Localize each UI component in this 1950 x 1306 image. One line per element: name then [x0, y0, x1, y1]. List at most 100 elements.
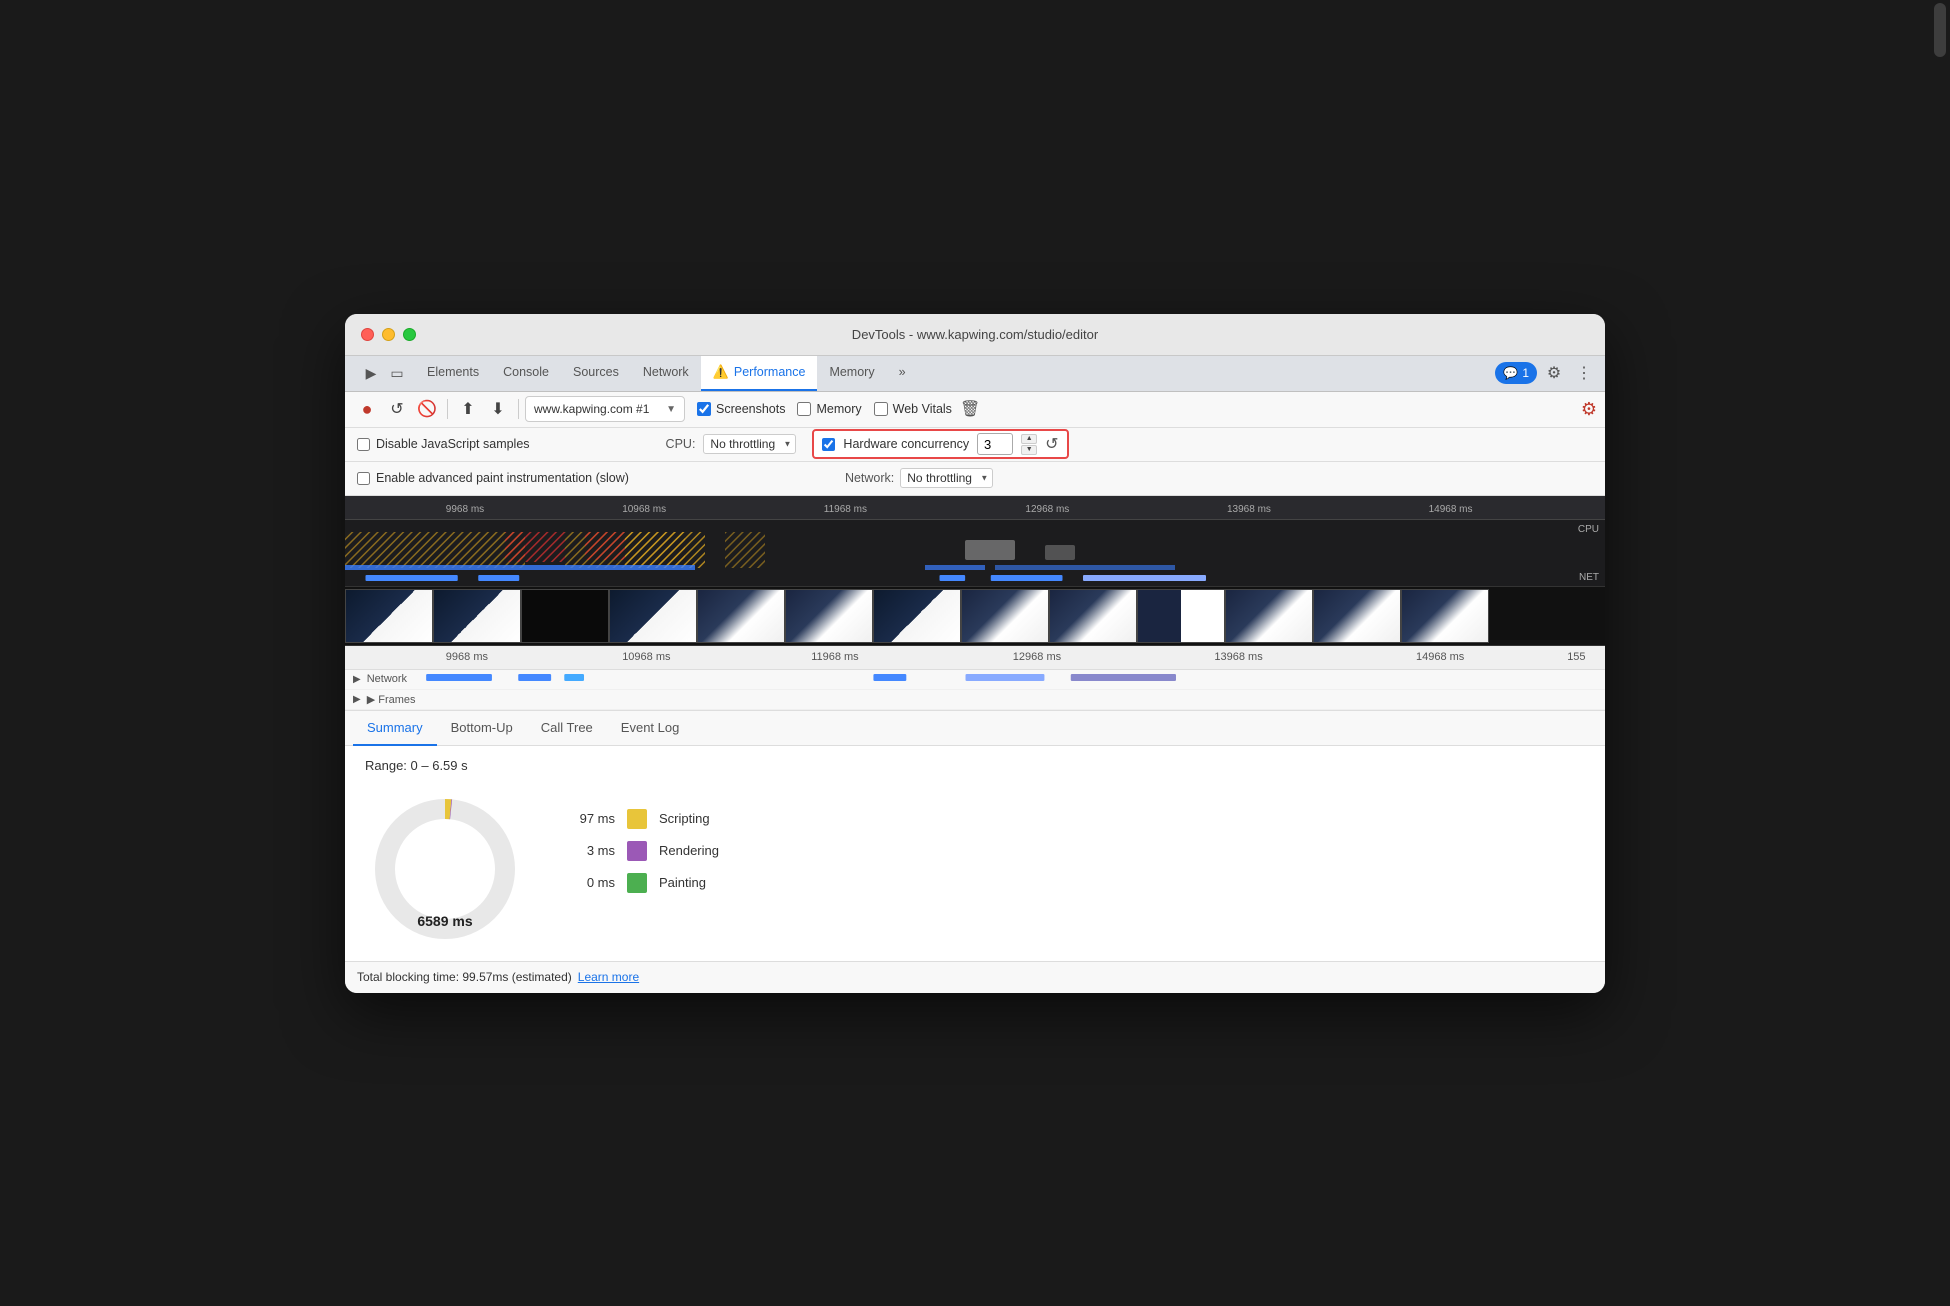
screenshots-strip[interactable]	[345, 586, 1605, 646]
tab-console[interactable]: Console	[491, 356, 561, 391]
screenshot-image	[1050, 590, 1136, 642]
pie-center: 6589 ms	[417, 913, 472, 929]
screenshot-thumb	[433, 589, 521, 643]
more-options-icon[interactable]: ⋮	[1571, 360, 1597, 386]
tab-event-log[interactable]: Event Log	[607, 711, 694, 746]
chat-icon: 💬	[1503, 366, 1518, 380]
web-vitals-checkbox-group: Web Vitals	[874, 402, 952, 416]
status-text: Total blocking time: 99.57ms (estimated)	[357, 970, 572, 984]
close-button[interactable]	[361, 328, 374, 341]
window-title: DevTools - www.kapwing.com/studio/editor	[852, 327, 1098, 342]
network-track-label: Network	[367, 673, 407, 685]
advanced-paint-checkbox[interactable]	[357, 472, 370, 485]
disable-js-checkbox[interactable]	[357, 438, 370, 451]
device-icon[interactable]: ▭	[387, 363, 407, 383]
rendering-color-dot	[627, 841, 647, 861]
summary-panel: Range: 0 – 6.59 s 6589 ms 97	[345, 746, 1605, 961]
minimize-button[interactable]	[382, 328, 395, 341]
hw-concurrency-input[interactable]	[977, 433, 1013, 455]
tab-bottom-up[interactable]: Bottom-Up	[437, 711, 527, 746]
screenshot-thumb	[1225, 589, 1313, 643]
settings-icon[interactable]: ⚙	[1541, 360, 1567, 386]
ruler-tick-1: 10968 ms	[622, 500, 666, 515]
paint-toolbar: Enable advanced paint instrumentation (s…	[345, 462, 1605, 496]
ruler2-tick-6: 155	[1567, 651, 1585, 663]
tab-elements[interactable]: Elements	[415, 356, 491, 391]
hw-concurrency-checkbox[interactable]	[822, 438, 835, 451]
upload-button[interactable]: ⬆	[454, 395, 482, 423]
hw-spin-down[interactable]: ▼	[1021, 445, 1037, 455]
cursor-icon[interactable]: ▶	[361, 363, 381, 383]
frames-expand-icon[interactable]: ▶	[353, 694, 361, 705]
network-throttle-select[interactable]: No throttling	[900, 468, 993, 488]
legend-painting: 0 ms Painting	[565, 873, 719, 893]
web-vitals-checkbox[interactable]	[874, 402, 888, 416]
url-dropdown-arrow: ▼	[666, 404, 676, 415]
screenshot-thumb	[1137, 589, 1225, 643]
cpu-track-label: CPU	[1578, 524, 1599, 535]
frames-track-row[interactable]: ▶ ▶ Frames	[345, 690, 1605, 710]
tab-memory[interactable]: Memory	[817, 356, 886, 391]
legend: 97 ms Scripting 3 ms Rendering 0 ms Pain…	[565, 789, 719, 893]
trash-icon[interactable]: 🗑	[960, 399, 980, 419]
network-track-row[interactable]: ▶ Network	[345, 670, 1605, 690]
ruler2-tick-0: 9968 ms	[446, 651, 488, 663]
screenshot-image	[610, 590, 696, 642]
net-track[interactable]: NET	[345, 570, 1605, 586]
memory-checkbox[interactable]	[797, 402, 811, 416]
screenshot-image	[522, 590, 608, 642]
hw-concurrency-spinner: ▲ ▼	[1021, 434, 1037, 455]
hw-undo-button[interactable]: ↺	[1045, 434, 1058, 454]
devtools-right-actions: 💬 1 ⚙ ⋮	[1495, 356, 1605, 391]
cpu-activity-bars	[345, 525, 1575, 565]
ruler-tick-2: 11968 ms	[824, 500, 867, 515]
screenshot-thumb	[785, 589, 873, 643]
ruler2-tick-1: 10968 ms	[622, 651, 670, 663]
screenshots-checkbox-group: Screenshots	[697, 402, 785, 416]
tab-sources[interactable]: Sources	[561, 356, 631, 391]
screenshot-image	[874, 590, 960, 642]
timeline-bottom-ruler: 9968 ms 10968 ms 11968 ms 12968 ms 13968…	[345, 646, 1605, 670]
scripting-color-dot	[627, 809, 647, 829]
pie-total-value: 6589 ms	[417, 913, 472, 929]
cpu-throttle-select[interactable]: No throttling	[703, 434, 796, 454]
record-button[interactable]: ●	[353, 395, 381, 423]
screenshot-thumb	[521, 589, 609, 643]
download-button[interactable]: ⬇	[484, 395, 512, 423]
screenshot-thumb	[697, 589, 785, 643]
options-toolbar: Disable JavaScript samples CPU: No throt…	[345, 428, 1605, 462]
tab-performance[interactable]: ⚠️ Performance	[701, 356, 818, 391]
tab-call-tree[interactable]: Call Tree	[527, 711, 607, 746]
learn-more-link[interactable]: Learn more	[578, 970, 639, 984]
cpu-throttle-select-wrap: No throttling	[703, 434, 796, 454]
tab-network[interactable]: Network	[631, 356, 701, 391]
screenshot-thumb	[1401, 589, 1489, 643]
clear-button[interactable]: 🚫	[413, 395, 441, 423]
maximize-button[interactable]	[403, 328, 416, 341]
net-track-label: NET	[1579, 572, 1599, 583]
frames-track-label: ▶ Frames	[367, 693, 416, 706]
title-bar: DevTools - www.kapwing.com/studio/editor	[345, 314, 1605, 356]
notifications-button[interactable]: 💬 1	[1495, 362, 1537, 384]
screenshot-image	[1226, 590, 1312, 642]
recording-toolbar: ● ↺ 🚫 ⬆ ⬇ www.kapwing.com #1 ▼ Screensho…	[345, 392, 1605, 428]
cpu-track[interactable]: CPU	[345, 520, 1605, 570]
hardware-concurrency-box: Hardware concurrency ▲ ▼ ↺	[812, 429, 1068, 459]
screenshot-thumb	[1049, 589, 1137, 643]
ruler2-tick-2: 11968 ms	[811, 651, 859, 663]
screenshot-image	[1402, 590, 1488, 642]
separator2	[518, 399, 519, 419]
range-display: Range: 0 – 6.59 s	[365, 758, 1585, 773]
hw-spin-up[interactable]: ▲	[1021, 434, 1037, 444]
screenshot-image	[434, 590, 520, 642]
network-expand-icon[interactable]: ▶	[353, 674, 361, 685]
settings-alert-icon[interactable]: ⚙	[1581, 399, 1597, 420]
screenshots-checkbox[interactable]	[697, 402, 711, 416]
network-throttle-group: Network: No throttling	[845, 468, 993, 488]
tab-summary[interactable]: Summary	[353, 711, 437, 746]
target-selector[interactable]: www.kapwing.com #1 ▼	[525, 396, 685, 422]
traffic-lights	[361, 328, 416, 341]
tab-more[interactable]: »	[887, 356, 918, 391]
bottom-tab-bar: Summary Bottom-Up Call Tree Event Log	[345, 710, 1605, 746]
reload-button[interactable]: ↺	[383, 395, 411, 423]
